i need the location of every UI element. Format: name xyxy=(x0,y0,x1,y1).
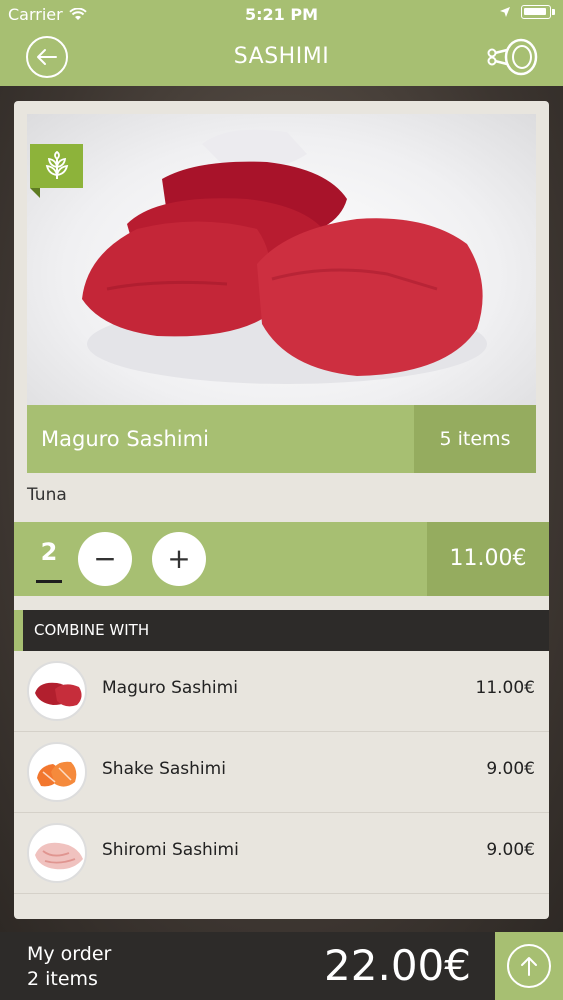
page-title: SASHIMI xyxy=(233,44,330,69)
location-arrow-icon xyxy=(500,7,510,17)
product-description: Tuna xyxy=(27,485,67,505)
status-time: 5:21 PM xyxy=(244,5,318,24)
status-right xyxy=(499,5,555,19)
plus-icon: + xyxy=(167,542,191,575)
up-arrow-circle xyxy=(507,944,551,988)
combine-item-maguro[interactable]: Maguro Sashimi 11.00€ xyxy=(14,651,549,732)
order-total: 22.00€ xyxy=(324,941,471,990)
quantity-bar: 2 − + 11.00€ xyxy=(14,522,549,596)
up-arrow-icon xyxy=(521,957,537,976)
ham-leg-icon xyxy=(487,38,538,76)
quantity-underline xyxy=(36,580,62,583)
product-photo xyxy=(27,114,536,406)
increase-quantity-button[interactable]: + xyxy=(152,532,206,586)
combine-item-shiromi[interactable]: Shiromi Sashimi 9.00€ xyxy=(14,813,549,894)
combine-item-name: Shiromi Sashimi xyxy=(102,840,239,860)
product-card: Maguro Sashimi 5 items Tuna 2 − + 11.00€… xyxy=(14,101,549,919)
vegetarian-badge xyxy=(30,144,83,198)
product-items-count: 5 items xyxy=(414,405,536,473)
order-summary: My order 2 items xyxy=(27,942,111,992)
tuna-sashimi-image xyxy=(82,129,487,384)
status-bar: Carrier 5:21 PM xyxy=(0,0,563,30)
combine-item-name: Shake Sashimi xyxy=(102,759,226,779)
product-price: 11.00€ xyxy=(427,522,549,596)
order-label: My order xyxy=(27,943,112,965)
combine-thumbnail xyxy=(27,823,87,883)
combine-item-price: 9.00€ xyxy=(486,840,535,860)
decrease-quantity-button[interactable]: − xyxy=(78,532,132,586)
combine-item-price: 9.00€ xyxy=(486,759,535,779)
combine-item-shake[interactable]: Shake Sashimi 9.00€ xyxy=(14,732,549,813)
top-bar: Carrier 5:21 PM SASHIMI xyxy=(0,0,563,86)
combine-thumbnail xyxy=(27,661,87,721)
category-button[interactable] xyxy=(483,36,539,78)
combine-item-name: Maguro Sashimi xyxy=(102,678,238,698)
combine-header: COMBINE WITH xyxy=(14,610,549,651)
order-count: 2 items xyxy=(27,968,98,990)
quantity-value: 2 xyxy=(40,538,58,566)
vegetarian-leaf-icon xyxy=(45,151,68,179)
open-order-button[interactable] xyxy=(495,932,563,1000)
battery-icon xyxy=(521,5,555,19)
product-name: Maguro Sashimi xyxy=(41,427,209,451)
order-bar[interactable]: My order 2 items 22.00€ xyxy=(0,932,563,1000)
product-title-bar: Maguro Sashimi 5 items xyxy=(27,405,536,473)
minus-icon: − xyxy=(93,542,117,575)
combine-item-price: 11.00€ xyxy=(475,678,535,698)
combine-thumbnail xyxy=(27,742,87,802)
combine-list: Maguro Sashimi 11.00€ Shake Sashimi 9.00… xyxy=(14,651,549,894)
